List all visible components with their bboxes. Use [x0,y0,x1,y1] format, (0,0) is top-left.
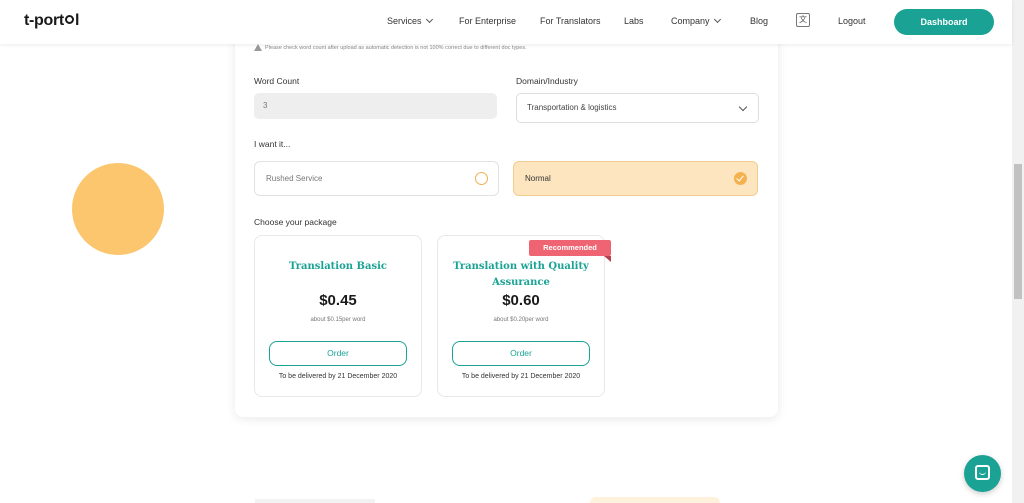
nav-for-enterprise[interactable]: For Enterprise [459,16,516,26]
bottom-section-edge [590,497,720,503]
scrollbar-thumb[interactable] [1014,164,1022,299]
option-normal[interactable]: Normal [513,161,758,196]
warning-icon [254,44,262,51]
ribbon-fold [604,256,611,262]
radio-unselected-icon [475,172,488,185]
package-price: $0.45 [319,292,357,309]
word-count-label: Word Count [254,76,300,86]
chevron-down-icon [425,15,433,24]
nav-blog[interactable]: Blog [750,16,768,26]
nav-labs[interactable]: Labs [624,16,644,26]
package-title: Translation Basic [289,261,387,272]
domain-label: Domain/Industry [516,76,578,86]
warning-text: Please check word count after upload as … [265,44,527,51]
domain-select[interactable]: Transportation & logistics [516,93,759,123]
package-price: $0.60 [502,292,540,309]
nav-for-translators[interactable]: For Translators [540,16,601,26]
word-count-field: 3 [254,93,497,119]
want-it-label: I want it... [254,139,291,149]
option-normal-label: Normal [525,174,551,183]
scrollbar[interactable] [1012,0,1024,503]
top-nav-bar: t-port l Services For Enterprise For Tran… [0,0,1012,44]
chat-button[interactable] [964,455,1001,492]
dashboard-button[interactable]: Dashboard [894,9,994,35]
delivery-date: To be delivered by 21 December 2020 [278,373,398,380]
option-rushed-label: Rushed Service [266,174,323,183]
check-circle-icon [734,172,747,185]
package-title: Translation with Quality Assurance [453,261,589,288]
package-card-qa: Translation with Quality Assurance $0.60… [437,235,605,397]
nav-services-label: Services [387,16,422,26]
package-per-word: about $0.20per word [493,317,549,323]
chevron-down-icon [713,15,721,24]
delivery-date: To be delivered by 21 December 2020 [461,373,581,380]
decorative-circle [72,163,164,255]
word-count-warning: Please check word count after upload as … [254,44,527,51]
option-rushed-service[interactable]: Rushed Service [254,161,499,196]
order-button[interactable]: Order [269,341,407,366]
logout-link[interactable]: Logout [838,16,866,26]
package-per-word: about $0.15per word [310,317,366,323]
package-card-basic: Translation Basic $0.45 about $0.15per w… [254,235,422,397]
bottom-section-edge [255,499,375,503]
nav-company-label: Company [671,16,710,26]
language-icon[interactable]: 文 [796,13,810,27]
recommended-badge: Recommended [529,240,611,256]
chevron-down-icon [738,102,748,112]
nav-company[interactable]: Company [671,15,721,26]
order-button[interactable]: Order [452,341,590,366]
logo[interactable]: t-port l [24,12,79,30]
domain-value: Transportation & logistics [527,103,617,112]
chat-icon [975,465,990,480]
package-label: Choose your package [254,217,337,227]
nav-services[interactable]: Services [387,15,433,26]
